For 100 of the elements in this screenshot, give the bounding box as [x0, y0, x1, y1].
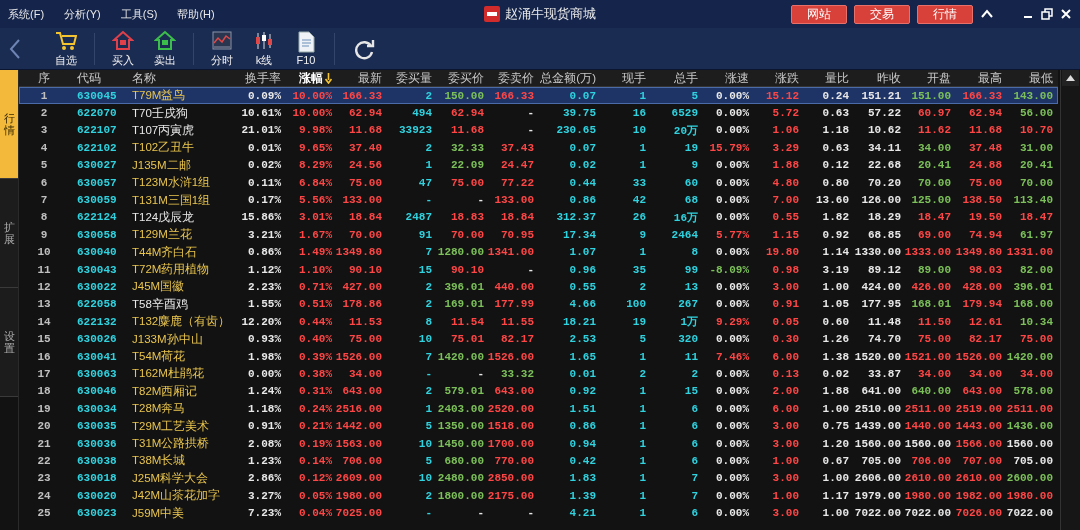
- table-cell-text: -: [526, 507, 535, 520]
- toolbar-button[interactable]: F10: [288, 31, 324, 66]
- table-cell-text: 1.14: [821, 246, 850, 259]
- table-cell-text: 1980.00: [904, 489, 952, 502]
- toolbar-button[interactable]: 自选: [48, 29, 84, 68]
- table-cell-text: 630020: [76, 489, 118, 502]
- table-cell-text: 1.20: [821, 437, 850, 450]
- scrollbar[interactable]: [1060, 70, 1080, 530]
- column-header[interactable]: 序: [19, 70, 69, 86]
- table-cell-text: 622132: [76, 315, 118, 328]
- toolbar-button[interactable]: 分时: [204, 29, 240, 68]
- column-header[interactable]: 量比: [802, 70, 852, 86]
- column-header[interactable]: 最高: [954, 70, 1005, 86]
- table-cell-text: 6: [690, 454, 699, 467]
- table-cell-text: 9.65%: [298, 141, 333, 154]
- table-cell-text: 0.00%: [715, 298, 750, 311]
- scroll-up-icon[interactable]: [1066, 75, 1075, 81]
- table-cell-text: 705.00: [1012, 454, 1054, 467]
- table-cell-text: 1442.00: [335, 420, 383, 433]
- menu-item[interactable]: 帮助(H): [177, 6, 215, 22]
- table-cell-text: 2609.00: [335, 472, 383, 485]
- table-cell-text: 5: [690, 89, 699, 102]
- table-cell-text: 11.68: [348, 124, 383, 137]
- table-cell-text: 70.95: [500, 228, 535, 241]
- table-cell-text: 1440.00: [904, 420, 952, 433]
- table-cell-text: 1.10%: [298, 263, 333, 276]
- table-cell-text: 34.00: [968, 367, 1003, 380]
- table-cell-text: 6: [39, 176, 49, 189]
- column-header[interactable]: 委卖价: [487, 70, 537, 86]
- toolbar-button[interactable]: k线: [246, 29, 282, 68]
- column-header[interactable]: 委买价: [435, 70, 487, 86]
- column-header[interactable]: 委买量: [385, 70, 435, 86]
- table-cell-text: 166.33: [341, 89, 383, 102]
- nav-button[interactable]: 交易: [854, 4, 910, 24]
- table-cell-text: 7025.00: [335, 507, 383, 520]
- column-header[interactable]: 换手率: [234, 70, 284, 86]
- restore-icon[interactable]: [1041, 8, 1053, 20]
- table-cell-text: 622070: [76, 107, 118, 120]
- table-cell-text: 24: [36, 489, 52, 502]
- table-cell-text: 1350.00: [436, 420, 485, 433]
- column-header[interactable]: 名称: [124, 70, 234, 86]
- table-cell-text: 10: [417, 472, 433, 485]
- table-cell-text: 1: [638, 420, 647, 433]
- menu-item[interactable]: 系统(F): [8, 6, 45, 22]
- side-tab[interactable]: 设置: [0, 288, 18, 397]
- toolbar-button[interactable]: 卖出: [147, 29, 183, 68]
- table-cell-text: 630057: [76, 176, 118, 189]
- menu-item[interactable]: 工具(S): [120, 6, 158, 22]
- nav-button[interactable]: 行情: [917, 4, 973, 24]
- close-icon[interactable]: [1060, 8, 1072, 20]
- column-header[interactable]: 现手: [599, 70, 649, 86]
- table-cell-text: 2: [424, 385, 433, 398]
- table-cell-text: 4.66: [568, 298, 597, 311]
- column-header[interactable]: 总手: [649, 70, 701, 86]
- table-cell-text: 20.41: [917, 159, 952, 172]
- column-header[interactable]: 最低: [1005, 70, 1056, 86]
- table-cell-text: 1.00: [821, 402, 850, 415]
- table-cell-text: 2510.00: [853, 402, 902, 415]
- selected-row[interactable]: 1 630045 T79M益鸟 0.09% 10.00% 166.33 2 150.00 166.33 0.07 1 5 0.00% 15.12 0.24 151.21 151.00 166.33 143.00: [19, 87, 1058, 105]
- side-tab[interactable]: 扩展: [0, 179, 18, 288]
- table-cell-text: 0.07: [568, 141, 597, 154]
- nav-button[interactable]: 网站: [791, 4, 847, 24]
- table-cell-text: 9.29%: [715, 315, 750, 328]
- table-cell-text: 1: [638, 507, 647, 520]
- column-header[interactable]: 总金额(万): [537, 70, 599, 86]
- table-cell-text: 1443.00: [954, 420, 1003, 433]
- table-cell-text: 0.00%: [715, 211, 750, 224]
- table-cell-text: 3.27%: [247, 489, 282, 502]
- table-cell-text: 424.00: [860, 281, 902, 293]
- column-header[interactable]: 代码: [69, 70, 124, 86]
- table-cell-text: 33923: [398, 124, 433, 137]
- table-cell-text: 15.79%: [708, 141, 750, 154]
- table-cell-text: 1.88: [821, 385, 850, 398]
- table-cell-text: 98.03: [968, 263, 1003, 276]
- menu-item[interactable]: 分析(Y): [64, 6, 101, 22]
- side-tab[interactable]: 行情: [0, 70, 18, 179]
- table-cell-text: 11.50: [917, 315, 952, 328]
- column-header[interactable]: 最新: [335, 70, 385, 86]
- column-header[interactable]: 昨收: [852, 70, 904, 86]
- table-cell-text: 11.68: [968, 124, 1003, 137]
- refresh-icon[interactable]: [353, 37, 375, 60]
- table-cell-text: 0.00%: [715, 402, 750, 415]
- table-cell-text: 75.00: [917, 333, 952, 346]
- column-header[interactable]: 开盘: [904, 70, 954, 86]
- table-cell-text: 7.46%: [715, 350, 750, 363]
- table-cell-text: 1.82: [821, 211, 850, 224]
- table-cell-text: 7026.00: [954, 507, 1003, 520]
- table-cell-text: 1.15: [771, 228, 800, 241]
- table-cell-text: 1980.00: [335, 489, 383, 502]
- table-cell-text: 89.00: [917, 263, 952, 276]
- table-cell-text: J42M山茶花加字: [131, 488, 222, 504]
- table-cell-text: 0.00%: [715, 107, 750, 120]
- table-cell-text: 0.00%: [715, 420, 750, 433]
- table-cell-text: 396.01: [1012, 281, 1054, 293]
- column-header[interactable]: 涨跌: [752, 70, 802, 86]
- toolbar-button[interactable]: 买入: [105, 29, 141, 68]
- column-header[interactable]: 涨速: [701, 70, 752, 86]
- table-cell-text: 23: [36, 472, 52, 485]
- column-header[interactable]: 涨幅: [284, 70, 335, 86]
- sort-arrow-icon: [325, 72, 332, 84]
